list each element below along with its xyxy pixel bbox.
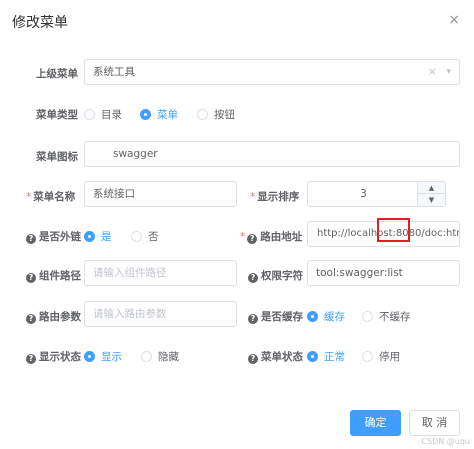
question-icon[interactable]: ? (248, 354, 258, 364)
parent-menu-label: 上级菜单 (36, 68, 78, 80)
radio-circle-icon (141, 351, 152, 362)
chevron-down-icon[interactable]: ▾ (446, 60, 451, 84)
sort-order-stepper[interactable]: 3 ▲ ▼ (307, 181, 446, 207)
radio-checked-icon (140, 109, 151, 120)
route-address-label: *? 路由地址 (240, 231, 303, 244)
menu-icon-value: swagger (113, 148, 158, 160)
radio-checked-icon (84, 351, 95, 362)
dialog-title: 修改菜单 (12, 15, 68, 31)
menu-status-label: ? 菜单状态 (248, 349, 303, 364)
menu-icon-label: 菜单图标 (36, 151, 78, 163)
question-icon[interactable]: ? (247, 234, 258, 244)
radio-circle-icon (197, 109, 208, 120)
is-cache-radio-cache[interactable]: 缓存 (307, 309, 345, 324)
permission-label: ? 权限字符 (248, 268, 303, 283)
radio-circle-icon (131, 231, 142, 242)
radio-checked-icon (84, 231, 95, 242)
menu-status-radio-normal[interactable]: 正常 (307, 349, 345, 364)
question-icon[interactable]: ? (26, 354, 36, 364)
menu-status-radio-disabled[interactable]: 停用 (362, 349, 400, 364)
menu-name-label: * 菜单名称 (26, 191, 76, 203)
permission-value: tool:swagger:list (316, 267, 403, 279)
menu-icon-input[interactable]: swagger (84, 141, 460, 167)
menu-type-radio-directory[interactable]: 目录 (84, 107, 122, 122)
menu-type-radio-button[interactable]: 按钮 (197, 107, 235, 122)
is-cache-label: ? 是否缓存 (248, 309, 303, 324)
question-icon[interactable]: ? (248, 314, 258, 324)
parent-menu-select[interactable]: 系统工具 × ▾ (84, 59, 460, 85)
parent-menu-value: 系统工具 (93, 66, 135, 78)
route-params-placeholder: 请输入路由参数 (93, 308, 167, 320)
is-external-label: ? 是否外链 (26, 229, 81, 244)
component-path-label: ? 组件路径 (26, 268, 81, 283)
menu-type-radio-menu[interactable]: 菜单 (140, 107, 178, 122)
question-icon[interactable]: ? (26, 314, 36, 324)
radio-circle-icon (84, 109, 95, 120)
close-icon[interactable]: × (448, 12, 460, 28)
sort-order-value: 3 (360, 188, 367, 200)
question-icon[interactable]: ? (248, 273, 258, 283)
radio-checked-icon (307, 311, 318, 322)
radio-circle-icon (362, 311, 373, 322)
route-params-label: ? 路由参数 (26, 309, 81, 324)
confirm-button[interactable]: 确定 (350, 410, 401, 436)
display-status-radio-show[interactable]: 显示 (84, 349, 122, 364)
question-icon[interactable]: ? (26, 273, 36, 283)
watermark: CSDN @uqu (421, 437, 470, 446)
is-cache-radio-no-cache[interactable]: 不缓存 (362, 309, 411, 324)
display-status-label: ? 显示状态 (26, 349, 81, 364)
is-external-radio-no[interactable]: 否 (131, 229, 159, 244)
port-highlight-box (377, 218, 410, 242)
permission-input[interactable]: tool:swagger:list (307, 260, 460, 286)
radio-circle-icon (362, 351, 373, 362)
menu-type-label: 菜单类型 (36, 109, 78, 121)
decrement-icon[interactable]: ▼ (418, 194, 445, 206)
question-icon[interactable]: ? (26, 234, 36, 244)
menu-name-input[interactable]: 系统接口 (84, 181, 237, 207)
radio-checked-icon (307, 351, 318, 362)
component-path-input[interactable]: 请输入组件路径 (84, 260, 237, 286)
stepper-controls: ▲ ▼ (417, 182, 445, 206)
menu-name-value: 系统接口 (93, 188, 135, 200)
is-external-radio-yes[interactable]: 是 (84, 229, 112, 244)
cancel-button[interactable]: 取 消 (409, 410, 460, 436)
sort-order-label: * 显示排序 (250, 191, 300, 203)
clear-icon[interactable]: × (428, 60, 437, 84)
component-path-placeholder: 请输入组件路径 (93, 267, 167, 279)
display-status-radio-hide[interactable]: 隐藏 (141, 349, 179, 364)
increment-icon[interactable]: ▲ (418, 182, 445, 194)
edit-menu-dialog: 修改菜单 × 上级菜单 系统工具 × ▾ 菜单类型 目录 菜单 按钮 菜单图标 … (0, 0, 474, 449)
route-params-input[interactable]: 请输入路由参数 (84, 301, 237, 327)
